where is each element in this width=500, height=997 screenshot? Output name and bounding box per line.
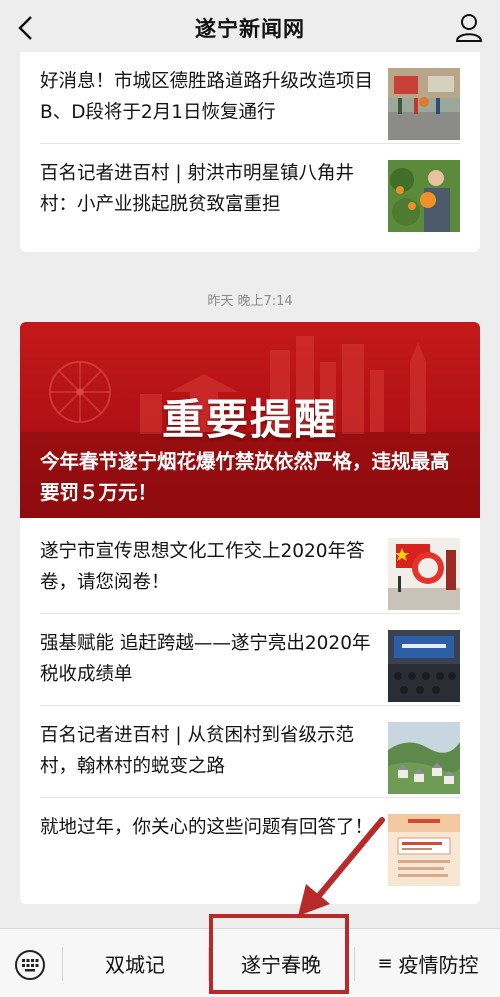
message-timestamp: 昨天 晚上7:14: [207, 294, 293, 309]
road-photo-thumbnail: [388, 68, 460, 140]
back-arrow-icon[interactable]: [12, 12, 42, 44]
article-title: 百名记者进百村 | 射洪市明星镇八角井村：小产业挑起脱贫致富重担: [40, 163, 354, 215]
keyboard-icon[interactable]: [14, 949, 46, 981]
hero-banner-text: 重要提醒: [161, 395, 338, 444]
hero-caption: 今年春节遂宁烟花爆竹禁放依然严格，违规最高要罚５万元！: [40, 450, 450, 504]
menu-tab-label: 双城记: [105, 953, 165, 977]
article-item[interactable]: 就地过年，你关心的这些问题有回答了！: [20, 798, 480, 890]
orange-farmer-photo-thumbnail: [388, 160, 460, 232]
annotation-arrow: [298, 817, 385, 916]
article-title: 强基赋能 追赶跨越——遂宁亮出2020年税收成绩单: [40, 633, 371, 685]
submenu-icon: ≡: [377, 953, 393, 974]
hero-banner[interactable]: 重要提醒 今年春节遂宁烟花爆竹禁放依然严格，违规最高要罚５万元！: [20, 322, 480, 518]
article-title: 百名记者进百村 | 从贫困村到省级示范村，翰林村的蜕变之路: [40, 725, 354, 777]
article-item[interactable]: 遂宁市宣传思想文化工作交上2020年答卷，请您阅卷！: [20, 522, 480, 614]
article-card-main: 重要提醒 今年春节遂宁烟花爆竹禁放依然严格，违规最高要罚５万元！ 遂宁市宣传思想…: [20, 322, 480, 904]
flag-exhibit-photo-thumbnail: [388, 538, 460, 610]
article-item[interactable]: 百名记者进百村 | 射洪市明星镇八角井村：小产业挑起脱贫致富重担: [20, 144, 480, 236]
village-photo-thumbnail: [388, 722, 460, 794]
article-card-previous: 好消息！市城区德胜路道路升级改造项目B、D段将于2月1日恢复通行 百名记者进百村…: [20, 52, 480, 252]
user-profile-icon[interactable]: [454, 12, 484, 44]
article-title: 好消息！市城区德胜路道路升级改造项目B、D段将于2月1日恢复通行: [40, 71, 374, 123]
page-title: 遂宁新闻网: [195, 17, 305, 41]
article-item[interactable]: 强基赋能 追赶跨越——遂宁亮出2020年税收成绩单: [20, 614, 480, 706]
header-bar: 遂宁新闻网: [0, 0, 500, 56]
article-item[interactable]: 好消息！市城区德胜路道路升级改造项目B、D段将于2月1日恢复通行: [20, 52, 480, 144]
article-title: 遂宁市宣传思想文化工作交上2020年答卷，请您阅卷！: [40, 541, 365, 593]
menu-tab-shuangchengji[interactable]: 双城记: [62, 929, 208, 997]
annotation-highlight-box: [209, 914, 349, 994]
poster-photo-thumbnail: [388, 814, 460, 886]
article-item[interactable]: 百名记者进百村 | 从贫困村到省级示范村，翰林村的蜕变之路: [20, 706, 480, 798]
meeting-photo-thumbnail: [388, 630, 460, 702]
menu-tab-epidemic-control[interactable]: ≡ 疫情防控: [356, 929, 500, 997]
menu-tab-label: 疫情防控: [398, 953, 479, 977]
divider: [354, 947, 355, 981]
